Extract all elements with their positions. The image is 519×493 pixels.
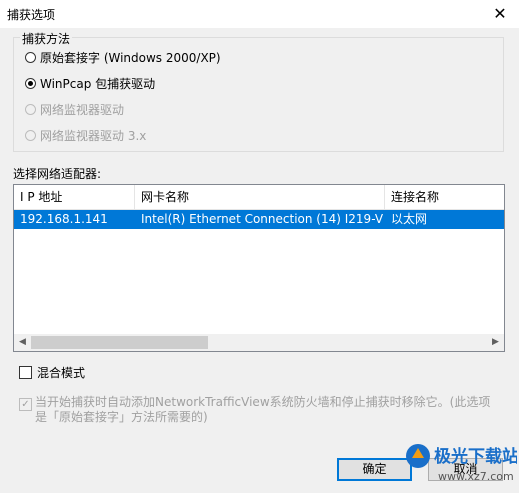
- horizontal-scrollbar[interactable]: ◀ ▶: [14, 334, 504, 351]
- column-header-ip[interactable]: I P 地址: [14, 185, 135, 209]
- column-header-connection[interactable]: 连接名称: [385, 185, 504, 209]
- watermark-url: www.xz7.com: [438, 470, 514, 483]
- promiscuous-mode-label: 混合模式: [37, 366, 86, 380]
- radio-raw-socket[interactable]: 原始套接字 (Windows 2000/XP): [25, 48, 221, 66]
- firewall-label: 当开始捕获时自动添加NetworkTrafficView系统防火墙和停止捕获时移…: [35, 395, 491, 424]
- radio-disabled-icon: [25, 129, 36, 141]
- adapter-list[interactable]: I P 地址 网卡名称 连接名称 192.168.1.141 Intel(R) …: [13, 184, 505, 352]
- radio-circle-icon[interactable]: [25, 51, 36, 63]
- checkbox-icon[interactable]: [19, 366, 32, 379]
- column-header-adapter-name[interactable]: 网卡名称: [135, 185, 385, 209]
- radio-netmon-3x: 网络监视器驱动 3.x: [25, 126, 146, 144]
- watermark-logo: 极光下载站 www.xz7.com: [406, 444, 517, 483]
- title-bar: 捕获选项 ✕: [0, 0, 519, 28]
- scroll-right-icon[interactable]: ▶: [487, 334, 504, 351]
- capture-method-legend: 捕获方法: [20, 30, 73, 47]
- cell-ip: 192.168.1.141: [20, 212, 108, 226]
- ok-button[interactable]: 确定: [337, 458, 412, 481]
- window-title: 捕获选项: [7, 8, 56, 22]
- scroll-left-icon[interactable]: ◀: [14, 334, 31, 351]
- table-row[interactable]: 192.168.1.141 Intel(R) Ethernet Connecti…: [14, 210, 504, 229]
- radio-raw-socket-label: 原始套接字 (Windows 2000/XP): [40, 50, 221, 65]
- radio-winpcap-label: WinPcap 包捕获驱动: [40, 76, 156, 91]
- cell-adapter-name: Intel(R) Ethernet Connection (14) I219-V: [141, 212, 384, 226]
- radio-disabled-icon: [25, 103, 36, 115]
- cell-connection: 以太网: [391, 212, 428, 226]
- scroll-thumb[interactable]: [31, 336, 208, 349]
- radio-checked-icon[interactable]: [25, 77, 36, 89]
- adapter-list-label: 选择网络适配器:: [13, 167, 102, 181]
- radio-netmon-label: 网络监视器驱动: [40, 102, 125, 117]
- radio-netmon: 网络监视器驱动: [25, 100, 124, 118]
- watermark-text: 极光下载站: [434, 446, 517, 467]
- radio-winpcap[interactable]: WinPcap 包捕获驱动: [25, 74, 155, 92]
- close-icon[interactable]: ✕: [490, 4, 510, 24]
- adapter-list-header: I P 地址 网卡名称 连接名称: [14, 185, 504, 210]
- promiscuous-mode-checkbox[interactable]: 混合模式: [19, 364, 85, 381]
- checkbox-checked-icon: ✓: [19, 398, 32, 411]
- radio-netmon-3x-label: 网络监视器驱动 3.x: [40, 128, 147, 143]
